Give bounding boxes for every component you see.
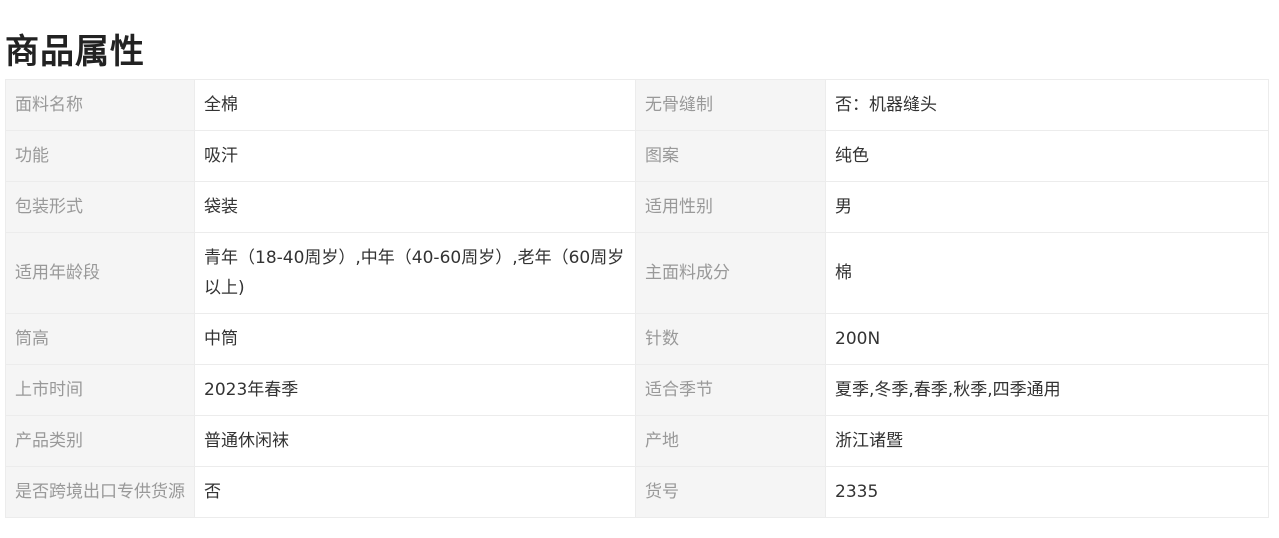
attribute-value: 200N xyxy=(825,313,1269,365)
attribute-value: 2023年春季 xyxy=(194,364,636,416)
attribute-value: 全棉 xyxy=(194,79,636,131)
attribute-label: 功能 xyxy=(5,130,195,182)
attribute-value: 2335 xyxy=(825,466,1269,518)
attribute-value: 吸汗 xyxy=(194,130,636,182)
attribute-value: 浙江诸暨 xyxy=(825,415,1269,467)
attribute-label: 产品类别 xyxy=(5,415,195,467)
attribute-value: 否 xyxy=(194,466,636,518)
table-row: 面料名称 全棉 无骨缝制 否：机器缝头 xyxy=(5,79,1269,131)
table-row: 产品类别 普通休闲袜 产地 浙江诸暨 xyxy=(5,415,1269,467)
attribute-label: 适合季节 xyxy=(635,364,826,416)
attribute-label: 主面料成分 xyxy=(635,232,826,314)
attribute-label: 针数 xyxy=(635,313,826,365)
table-row: 适用年龄段 青年（18-40周岁）,中年（40-60周岁）,老年（60周岁以上)… xyxy=(5,232,1269,314)
attribute-label: 图案 xyxy=(635,130,826,182)
attribute-value: 青年（18-40周岁）,中年（40-60周岁）,老年（60周岁以上) xyxy=(194,232,636,314)
attribute-label: 是否跨境出口专供货源 xyxy=(5,466,195,518)
attribute-value: 男 xyxy=(825,181,1269,233)
attribute-value: 普通休闲袜 xyxy=(194,415,636,467)
attribute-label: 无骨缝制 xyxy=(635,79,826,131)
table-row: 功能 吸汗 图案 纯色 xyxy=(5,130,1269,182)
attribute-label: 上市时间 xyxy=(5,364,195,416)
attribute-label: 产地 xyxy=(635,415,826,467)
attribute-label: 筒高 xyxy=(5,313,195,365)
attribute-value: 夏季,冬季,春季,秋季,四季通用 xyxy=(825,364,1269,416)
attributes-table: 面料名称 全棉 无骨缝制 否：机器缝头 功能 吸汗 图案 纯色 包装形式 袋装 … xyxy=(5,79,1269,518)
attribute-value: 袋装 xyxy=(194,181,636,233)
table-row: 筒高 中筒 针数 200N xyxy=(5,313,1269,365)
attribute-label: 适用年龄段 xyxy=(5,232,195,314)
attribute-value: 纯色 xyxy=(825,130,1269,182)
attribute-value: 否：机器缝头 xyxy=(825,79,1269,131)
attribute-value: 中筒 xyxy=(194,313,636,365)
attribute-label: 包装形式 xyxy=(5,181,195,233)
attribute-label: 适用性别 xyxy=(635,181,826,233)
attribute-value: 棉 xyxy=(825,232,1269,314)
table-row: 包装形式 袋装 适用性别 男 xyxy=(5,181,1269,233)
attribute-label: 货号 xyxy=(635,466,826,518)
table-row: 上市时间 2023年春季 适合季节 夏季,冬季,春季,秋季,四季通用 xyxy=(5,364,1269,416)
attribute-label: 面料名称 xyxy=(5,79,195,131)
table-row: 是否跨境出口专供货源 否 货号 2335 xyxy=(5,466,1269,518)
page-title: 商品属性 xyxy=(5,31,145,72)
